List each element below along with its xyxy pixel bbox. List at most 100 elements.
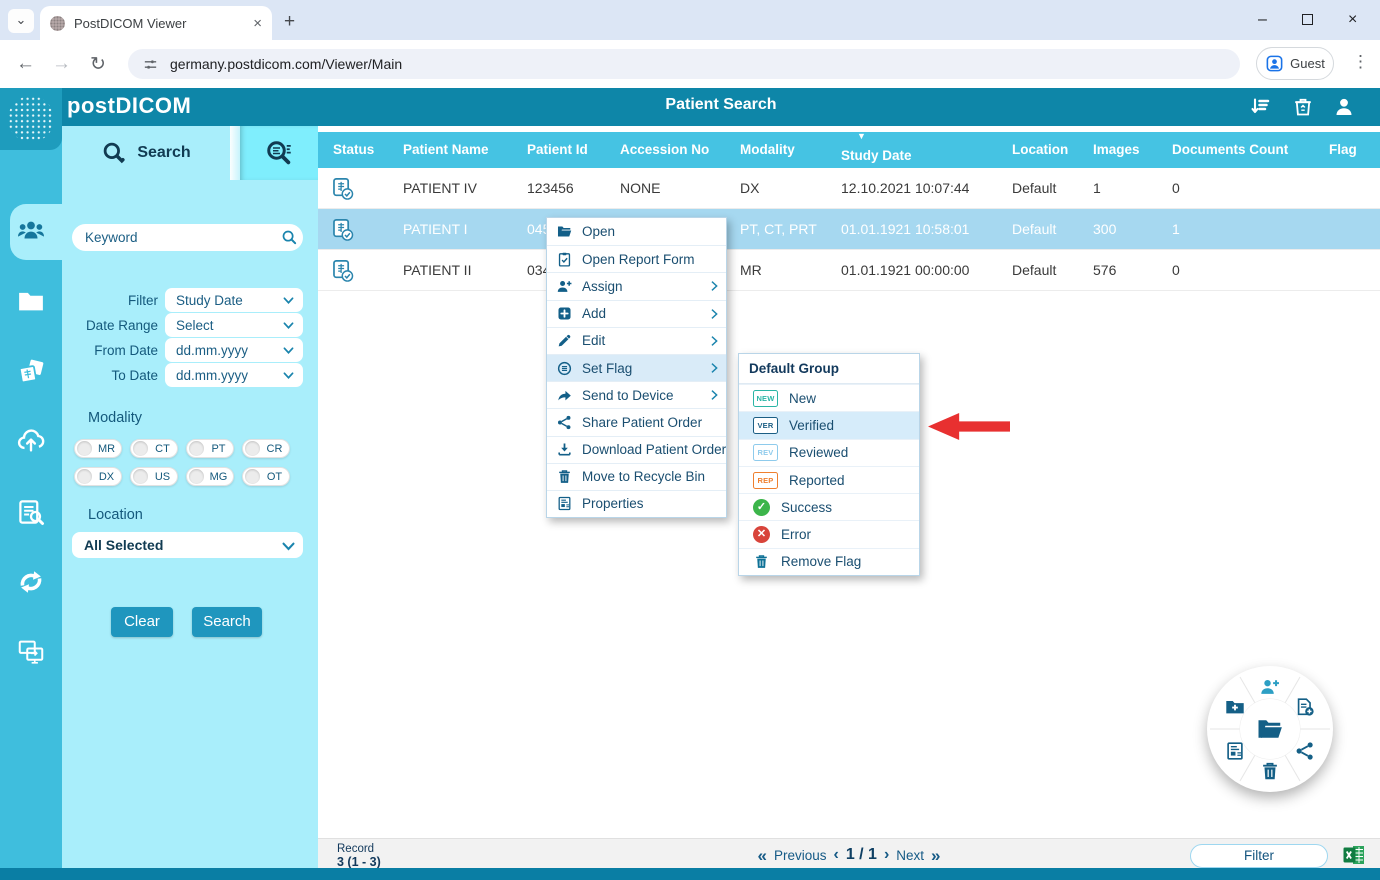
- prev-page-icon[interactable]: ‹: [833, 847, 838, 863]
- table-row-patient-i-selected[interactable]: PATIENT I 045 PT, CT, PRT 01.01.1921 10:…: [318, 209, 1380, 250]
- sidebar-item-devices[interactable]: [16, 636, 46, 666]
- next-page-icon[interactable]: ›: [884, 847, 889, 863]
- menu-item-download-patient-order[interactable]: Download Patient Order: [547, 436, 726, 463]
- flag-item-success[interactable]: ✓ Success: [739, 493, 919, 520]
- window-maximize-button[interactable]: [1302, 14, 1313, 25]
- radial-trash-icon[interactable]: [1259, 760, 1281, 782]
- modality-toggle-us[interactable]: US: [130, 467, 178, 486]
- flag-item-verified[interactable]: VER Verified: [739, 411, 919, 438]
- keyword-input[interactable]: [72, 224, 303, 251]
- cell-modality: PT, CT, PRT: [740, 209, 817, 250]
- window-close-button[interactable]: ×: [1348, 12, 1357, 28]
- sidebar-item-patients[interactable]: [16, 215, 46, 245]
- menu-item-open[interactable]: Open: [547, 218, 726, 245]
- column-study-date[interactable]: Study Date: [841, 132, 912, 168]
- site-info-icon[interactable]: [142, 56, 159, 73]
- browser-tab[interactable]: PostDICOM Viewer ×: [40, 6, 272, 40]
- to-date-select[interactable]: dd.mm.yyyy: [165, 363, 303, 387]
- modality-toggle-dx[interactable]: DX: [74, 467, 122, 486]
- radial-open-button[interactable]: [1240, 699, 1300, 759]
- menu-item-properties[interactable]: Properties: [547, 490, 726, 517]
- table-row-patient-iv[interactable]: PATIENT IV 123456 NONE DX 12.10.2021 10:…: [318, 168, 1380, 209]
- browser-menu-button[interactable]: ⋮: [1352, 52, 1369, 72]
- radial-add-report-icon[interactable]: [1294, 696, 1316, 718]
- table-row-patient-ii[interactable]: PATIENT II 034 MR 01.01.1921 00:00:00 De…: [318, 250, 1380, 291]
- keyword-search-icon[interactable]: [281, 229, 298, 246]
- radial-share-icon[interactable]: [1294, 740, 1316, 762]
- modality-toggle-ot[interactable]: OT: [242, 467, 290, 486]
- menu-item-share-patient-order[interactable]: Share Patient Order: [547, 408, 726, 435]
- menu-item-add[interactable]: Add: [547, 300, 726, 327]
- profile-button[interactable]: Guest: [1256, 47, 1334, 80]
- cell-location: Default: [1012, 250, 1056, 291]
- advanced-search-icon: [264, 138, 294, 168]
- new-tab-button[interactable]: +: [284, 11, 295, 33]
- modality-toggle-mr[interactable]: MR: [74, 439, 122, 458]
- sidebar-item-sync[interactable]: [16, 567, 46, 597]
- sort-descending-icon[interactable]: ▼: [857, 131, 866, 141]
- study-status-icon[interactable]: [330, 217, 355, 242]
- sidebar-item-folders[interactable]: [16, 286, 46, 316]
- menu-item-assign[interactable]: Assign: [547, 272, 726, 299]
- sidebar-item-worklist-search[interactable]: [16, 497, 46, 527]
- clear-button[interactable]: Clear: [111, 607, 173, 637]
- column-images[interactable]: Images: [1093, 132, 1140, 168]
- date-range-select[interactable]: Select: [165, 313, 303, 337]
- sort-icon[interactable]: [1248, 95, 1272, 119]
- user-icon[interactable]: [1332, 95, 1356, 119]
- column-accession-no[interactable]: Accession No: [620, 132, 709, 168]
- reload-button[interactable]: ↻: [90, 53, 106, 76]
- tab-advanced-search[interactable]: [240, 126, 318, 180]
- filter-button[interactable]: Filter: [1190, 844, 1328, 868]
- menu-item-open-report-form[interactable]: Open Report Form: [547, 245, 726, 272]
- modality-toggle-ct[interactable]: CT: [130, 439, 178, 458]
- modality-toggle-pt[interactable]: PT: [186, 439, 234, 458]
- from-date-select[interactable]: dd.mm.yyyy: [165, 338, 303, 362]
- search-button[interactable]: Search: [192, 607, 262, 637]
- back-button[interactable]: ←: [16, 53, 35, 75]
- postdicom-app-window: ⌄ PostDICOM Viewer × + – × ← → ↻ germany…: [0, 0, 1380, 880]
- previous-page-button[interactable]: Previous: [774, 848, 827, 863]
- sidebar-item-images[interactable]: [16, 357, 46, 387]
- column-patient-id[interactable]: Patient Id: [527, 132, 588, 168]
- recycle-bin-icon[interactable]: [1291, 95, 1315, 119]
- flag-item-reported[interactable]: REP Reported: [739, 466, 919, 493]
- next-page-button[interactable]: Next: [896, 848, 924, 863]
- study-status-icon[interactable]: [330, 176, 355, 201]
- flag-item-new[interactable]: NEW New: [739, 384, 919, 411]
- filter-select[interactable]: Study Date: [165, 288, 303, 312]
- chevron-down-icon: [281, 293, 296, 308]
- flag-item-error[interactable]: ✕ Error: [739, 520, 919, 547]
- modality-cr-label: CR: [260, 443, 289, 455]
- forward-button[interactable]: →: [52, 53, 71, 75]
- flag-submenu: Default Group NEW New VER Verified REV R…: [738, 353, 920, 576]
- column-documents-count[interactable]: Documents Count: [1172, 132, 1288, 168]
- column-flag[interactable]: Flag: [1329, 132, 1357, 168]
- flag-item-reviewed[interactable]: REV Reviewed: [739, 439, 919, 466]
- column-status[interactable]: Status: [333, 132, 374, 168]
- menu-item-send-to-device[interactable]: Send to Device: [547, 381, 726, 408]
- modality-toggle-mg[interactable]: MG: [186, 467, 234, 486]
- flag-item-remove-flag[interactable]: Remove Flag: [739, 548, 919, 575]
- column-patient-name[interactable]: Patient Name: [403, 132, 489, 168]
- column-modality[interactable]: Modality: [740, 132, 795, 168]
- tab-search[interactable]: Search: [62, 126, 230, 180]
- radial-assign-icon[interactable]: [1259, 676, 1281, 698]
- column-location[interactable]: Location: [1012, 132, 1068, 168]
- address-bar[interactable]: germany.postdicom.com/Viewer/Main: [128, 49, 1240, 79]
- window-minimize-button[interactable]: –: [1258, 12, 1267, 28]
- sidebar-item-cloud-upload[interactable]: [16, 426, 46, 456]
- menu-item-move-to-recycle-bin[interactable]: Move to Recycle Bin: [547, 463, 726, 490]
- cell-location: Default: [1012, 168, 1056, 209]
- last-page-icon[interactable]: »: [931, 847, 940, 864]
- study-status-icon[interactable]: [330, 258, 355, 283]
- modality-toggle-cr[interactable]: CR: [242, 439, 290, 458]
- menu-item-edit[interactable]: Edit: [547, 327, 726, 354]
- excel-export-icon[interactable]: [1342, 843, 1366, 867]
- toggle-knob: [133, 469, 148, 484]
- tab-search-caret-button[interactable]: ⌄: [8, 9, 34, 33]
- menu-item-set-flag[interactable]: Set Flag: [547, 354, 726, 381]
- tab-close-icon[interactable]: ×: [253, 16, 262, 31]
- location-select[interactable]: All Selected: [72, 532, 303, 558]
- first-page-icon[interactable]: «: [757, 847, 766, 864]
